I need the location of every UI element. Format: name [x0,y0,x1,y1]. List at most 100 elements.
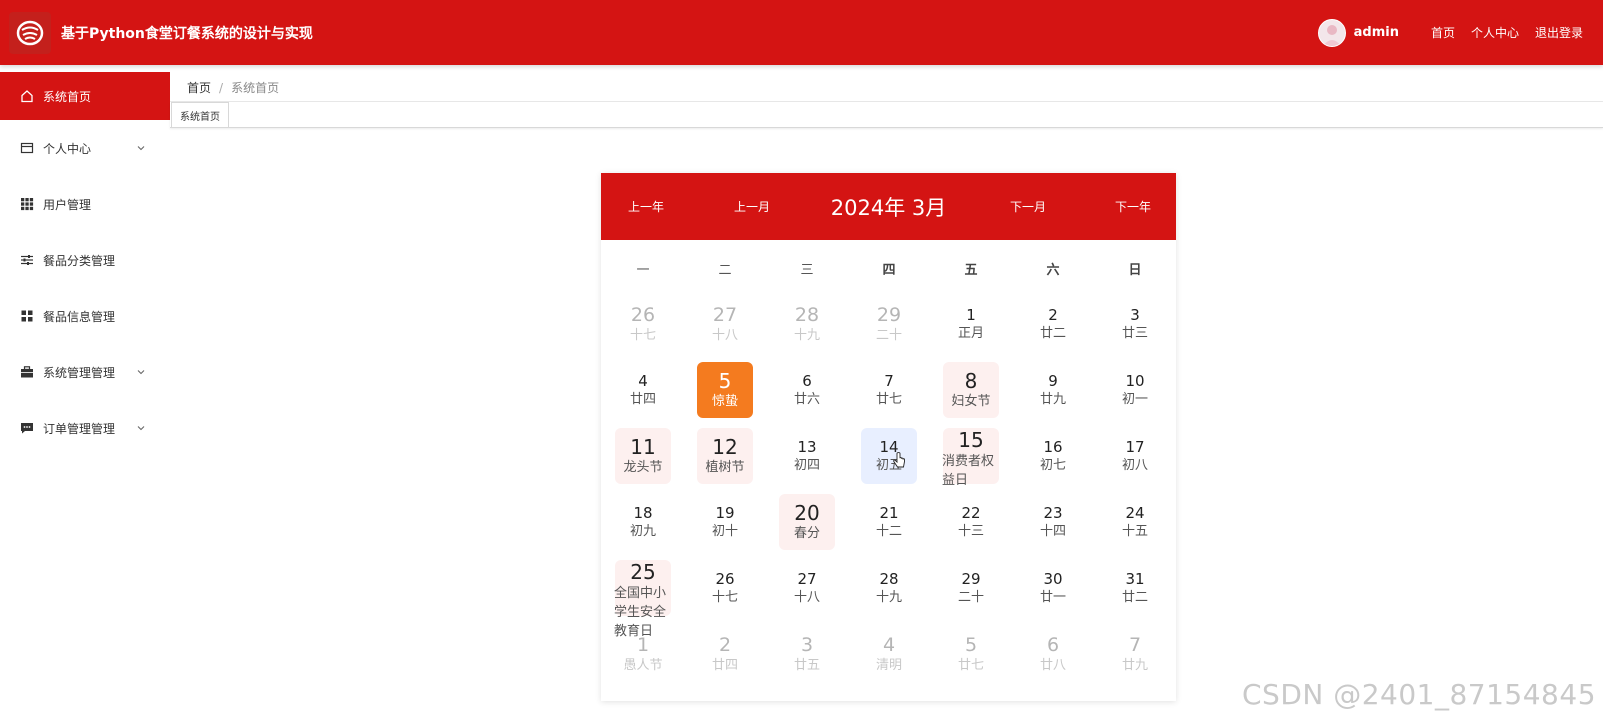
sidebar: 系统首页 个人中心 用户管理 餐品分类管理 餐品信息管理 系统管理管理 订单管理… [0,72,170,456]
sidebar-item-profile[interactable]: 个人中心 [0,120,170,176]
prev-month-button[interactable]: 上一月 [734,173,770,240]
weekday-label: 四 [882,262,896,278]
calendar-day[interactable]: 7 廿九 [1094,626,1176,691]
lunar-label: 廿七 [957,658,984,673]
sidebar-item-home[interactable]: 系统首页 [0,72,170,120]
next-month-button[interactable]: 下一月 [1010,173,1046,240]
lunar-label: 初七 [1039,458,1066,473]
chevron-down-icon [134,141,148,155]
day-number: 27 [797,570,817,588]
calendar-day[interactable]: 28 十九 [848,560,930,625]
calendar-day[interactable]: 21 十二 [848,494,930,559]
day-number: 12 [712,435,738,459]
calendar-day[interactable]: 18 初九 [602,494,684,559]
calendar-day[interactable]: 6 廿八 [1012,626,1094,691]
header-link-logout[interactable]: 退出登录 [1535,24,1583,41]
day-number: 2 [1048,306,1058,324]
sidebar-item-food-info[interactable]: 餐品信息管理 [0,288,170,344]
calendar-day[interactable]: 16 初七 [1012,428,1094,493]
calendar-day[interactable]: 2 廿二 [1012,296,1094,361]
calendar-day-cell: 20 春分 [779,494,835,550]
calendar-day[interactable]: 1 正月 [930,296,1012,361]
lunar-label: 廿一 [1039,590,1066,605]
lunar-label: 十七 [711,590,738,605]
watermark: CSDN @2401_87154845 [1242,678,1597,711]
calendar-day[interactable]: 5 惊蛰 [684,362,766,427]
message-icon [20,421,34,435]
calendar-day[interactable]: 1 愚人节 [602,626,684,691]
calendar-day[interactable]: 9 廿九 [1012,362,1094,427]
calendar-day[interactable]: 12 植树节 [684,428,766,493]
lunar-label: 春分 [793,526,820,541]
calendar-day[interactable]: 30 廿一 [1012,560,1094,625]
day-number: 25 [630,560,656,584]
calendar-day[interactable]: 2 廿四 [684,626,766,691]
calendar-day[interactable]: 25 全国中小学生安全教育日 [602,560,684,639]
calendar-day-cell: 28 十九 [861,560,917,616]
header-link-profile[interactable]: 个人中心 [1471,24,1519,41]
calendar-day[interactable]: 11 龙头节 [602,428,684,493]
day-number: 18 [633,504,653,522]
calendar-day[interactable]: 24 十五 [1094,494,1176,559]
lunar-label: 十七 [629,328,656,343]
breadcrumb-home[interactable]: 首页 [187,79,211,96]
lunar-label: 廿四 [711,658,738,673]
calendar-day[interactable]: 28 十九 [766,296,848,361]
avatar[interactable] [1317,18,1346,47]
calendar-day[interactable]: 6 廿六 [766,362,848,427]
day-number: 14 [879,438,899,456]
prev-year-button[interactable]: 上一年 [628,173,664,240]
lunar-label: 初十 [711,524,738,539]
day-number: 7 [884,372,894,390]
lunar-label: 廿八 [1039,658,1066,673]
calendar-day[interactable]: 17 初八 [1094,428,1176,493]
day-number: 22 [961,504,981,522]
calendar-day-cell: 27 十八 [779,560,835,616]
day-number: 29 [876,304,902,326]
calendar-day-cell: 28 十九 [779,296,835,352]
day-number: 8 [964,369,978,393]
calendar-day[interactable]: 8 妇女节 [930,362,1012,427]
calendar-day[interactable]: 31 廿二 [1094,560,1176,625]
sidebar-item-food-category[interactable]: 餐品分类管理 [0,232,170,288]
next-year-button[interactable]: 下一年 [1115,173,1151,240]
calendar-day[interactable]: 26 十七 [684,560,766,625]
calendar-day-cell: 19 初十 [697,494,753,550]
calendar-day[interactable]: 20 春分 [766,494,848,559]
lunar-label: 廿九 [1039,392,1066,407]
lunar-label: 廿四 [629,392,656,407]
day-number: 5 [718,369,732,393]
calendar-day-cell: 25 全国中小学生安全教育日 [614,560,671,639]
tab-home[interactable]: 系统首页 [171,102,229,127]
calendar-day[interactable]: 4 清明 [848,626,930,691]
calendar-day[interactable]: 10 初一 [1094,362,1176,427]
sidebar-item-system[interactable]: 系统管理管理 [0,344,170,400]
header-link-home[interactable]: 首页 [1431,24,1455,41]
sidebar-item-users[interactable]: 用户管理 [0,176,170,232]
calendar-day[interactable]: 26 十七 [602,296,684,361]
calendar-day[interactable]: 4 廿四 [602,362,684,427]
calendar-day[interactable]: 3 廿三 [1094,296,1176,361]
calendar-day[interactable]: 14 初五 [848,428,930,493]
sidebar-item-label: 个人中心 [43,141,92,156]
sidebar-item-orders[interactable]: 订单管理管理 [0,400,170,456]
calendar-day[interactable]: 13 初四 [766,428,848,493]
calendar-day[interactable]: 3 廿五 [766,626,848,691]
calendar-day[interactable]: 27 十八 [766,560,848,625]
day-number: 31 [1125,570,1145,588]
calendar-day[interactable]: 29 二十 [848,296,930,361]
calendar-day[interactable]: 19 初十 [684,494,766,559]
calendar-day[interactable]: 23 十四 [1012,494,1094,559]
calendar-day[interactable]: 29 二十 [930,560,1012,625]
day-number: 3 [800,634,814,656]
calendar-day[interactable]: 7 廿七 [848,362,930,427]
lunar-label: 正月 [957,326,984,341]
calendar-day-cell: 6 廿六 [779,362,835,418]
calendar-day[interactable]: 15 消费者权益日 [930,428,1012,493]
calendar-day[interactable]: 27 十八 [684,296,766,361]
calendar-day[interactable]: 5 廿七 [930,626,1012,691]
lunar-label: 妇女节 [951,394,991,409]
tab-bar: 系统首页 [170,102,1603,128]
calendar-day[interactable]: 22 十三 [930,494,1012,559]
lunar-label: 初五 [875,458,902,473]
